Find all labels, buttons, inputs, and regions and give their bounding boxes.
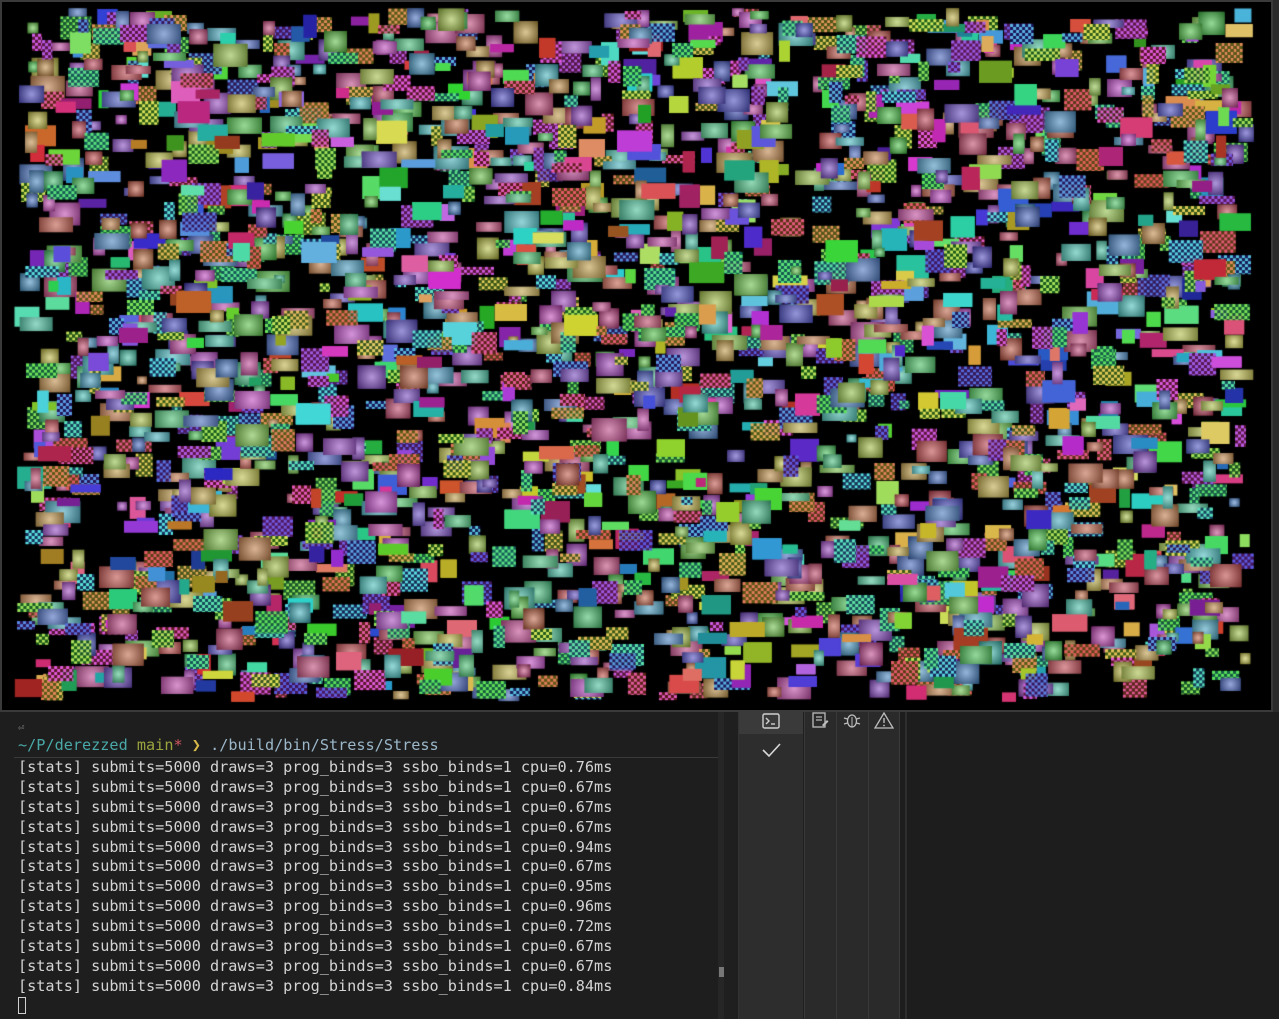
stats-line: [stats] submits=5000 draws=3 prog_binds=… — [18, 976, 613, 995]
prompt-arrow-icon: ❯ — [191, 736, 201, 754]
terminal-cursor[interactable] — [18, 997, 26, 1014]
prompt-branch: main — [136, 736, 174, 754]
stats-line: [stats] submits=5000 draws=3 prog_binds=… — [18, 797, 613, 816]
stats-line: [stats] submits=5000 draws=3 prog_binds=… — [18, 877, 613, 896]
prompt-dirty-marker: * — [173, 736, 183, 754]
empty-editor-pane — [899, 712, 1279, 1019]
problems-panel-column — [868, 712, 899, 1019]
warning-icon[interactable] — [874, 712, 894, 730]
bug-icon[interactable] — [842, 712, 862, 730]
stats-output: [stats] submits=5000 draws=3 prog_binds=… — [18, 758, 612, 997]
stats-line: [stats] submits=5000 draws=3 prog_binds=… — [18, 777, 613, 796]
stats-line: [stats] submits=5000 draws=3 prog_binds=… — [18, 837, 613, 856]
terminal-icon[interactable] — [761, 713, 781, 731]
stats-line: [stats] submits=5000 draws=3 prog_binds=… — [18, 817, 613, 836]
edit-icon[interactable] — [810, 712, 830, 730]
prompt-command: ./build/bin/Stress/Stress — [210, 736, 439, 754]
check-icon[interactable] — [760, 740, 782, 760]
stats-line: [stats] submits=5000 draws=3 prog_binds=… — [18, 917, 613, 936]
stats-line: [stats] submits=5000 draws=3 prog_binds=… — [18, 758, 613, 776]
stats-line: [stats] submits=5000 draws=3 prog_binds=… — [18, 857, 613, 876]
debug-panel-column — [836, 712, 868, 1019]
window-edge — [1273, 0, 1279, 712]
terminal-pane[interactable]: ⏎ ~/P/derezzed main* ❯ ./build/bin/Stres… — [0, 712, 718, 1019]
render-canvas[interactable] — [2, 2, 1271, 710]
pane-divider — [905, 712, 907, 1019]
prompt-path: ~/P/derezzed — [18, 736, 128, 754]
desktop: ⏎ ~/P/derezzed main* ❯ ./build/bin/Stres… — [0, 0, 1279, 1019]
prompt-line: ~/P/derezzed main* ❯ ./build/bin/Stress/… — [18, 736, 439, 756]
return-icon: ⏎ — [18, 721, 25, 734]
stress-render-window[interactable] — [0, 0, 1273, 712]
stats-line: [stats] submits=5000 draws=3 prog_binds=… — [18, 937, 613, 956]
edit-panel-column — [804, 712, 836, 1019]
stats-line: [stats] submits=5000 draws=3 prog_binds=… — [18, 956, 613, 975]
stats-line: [stats] submits=5000 draws=3 prog_binds=… — [18, 897, 613, 916]
